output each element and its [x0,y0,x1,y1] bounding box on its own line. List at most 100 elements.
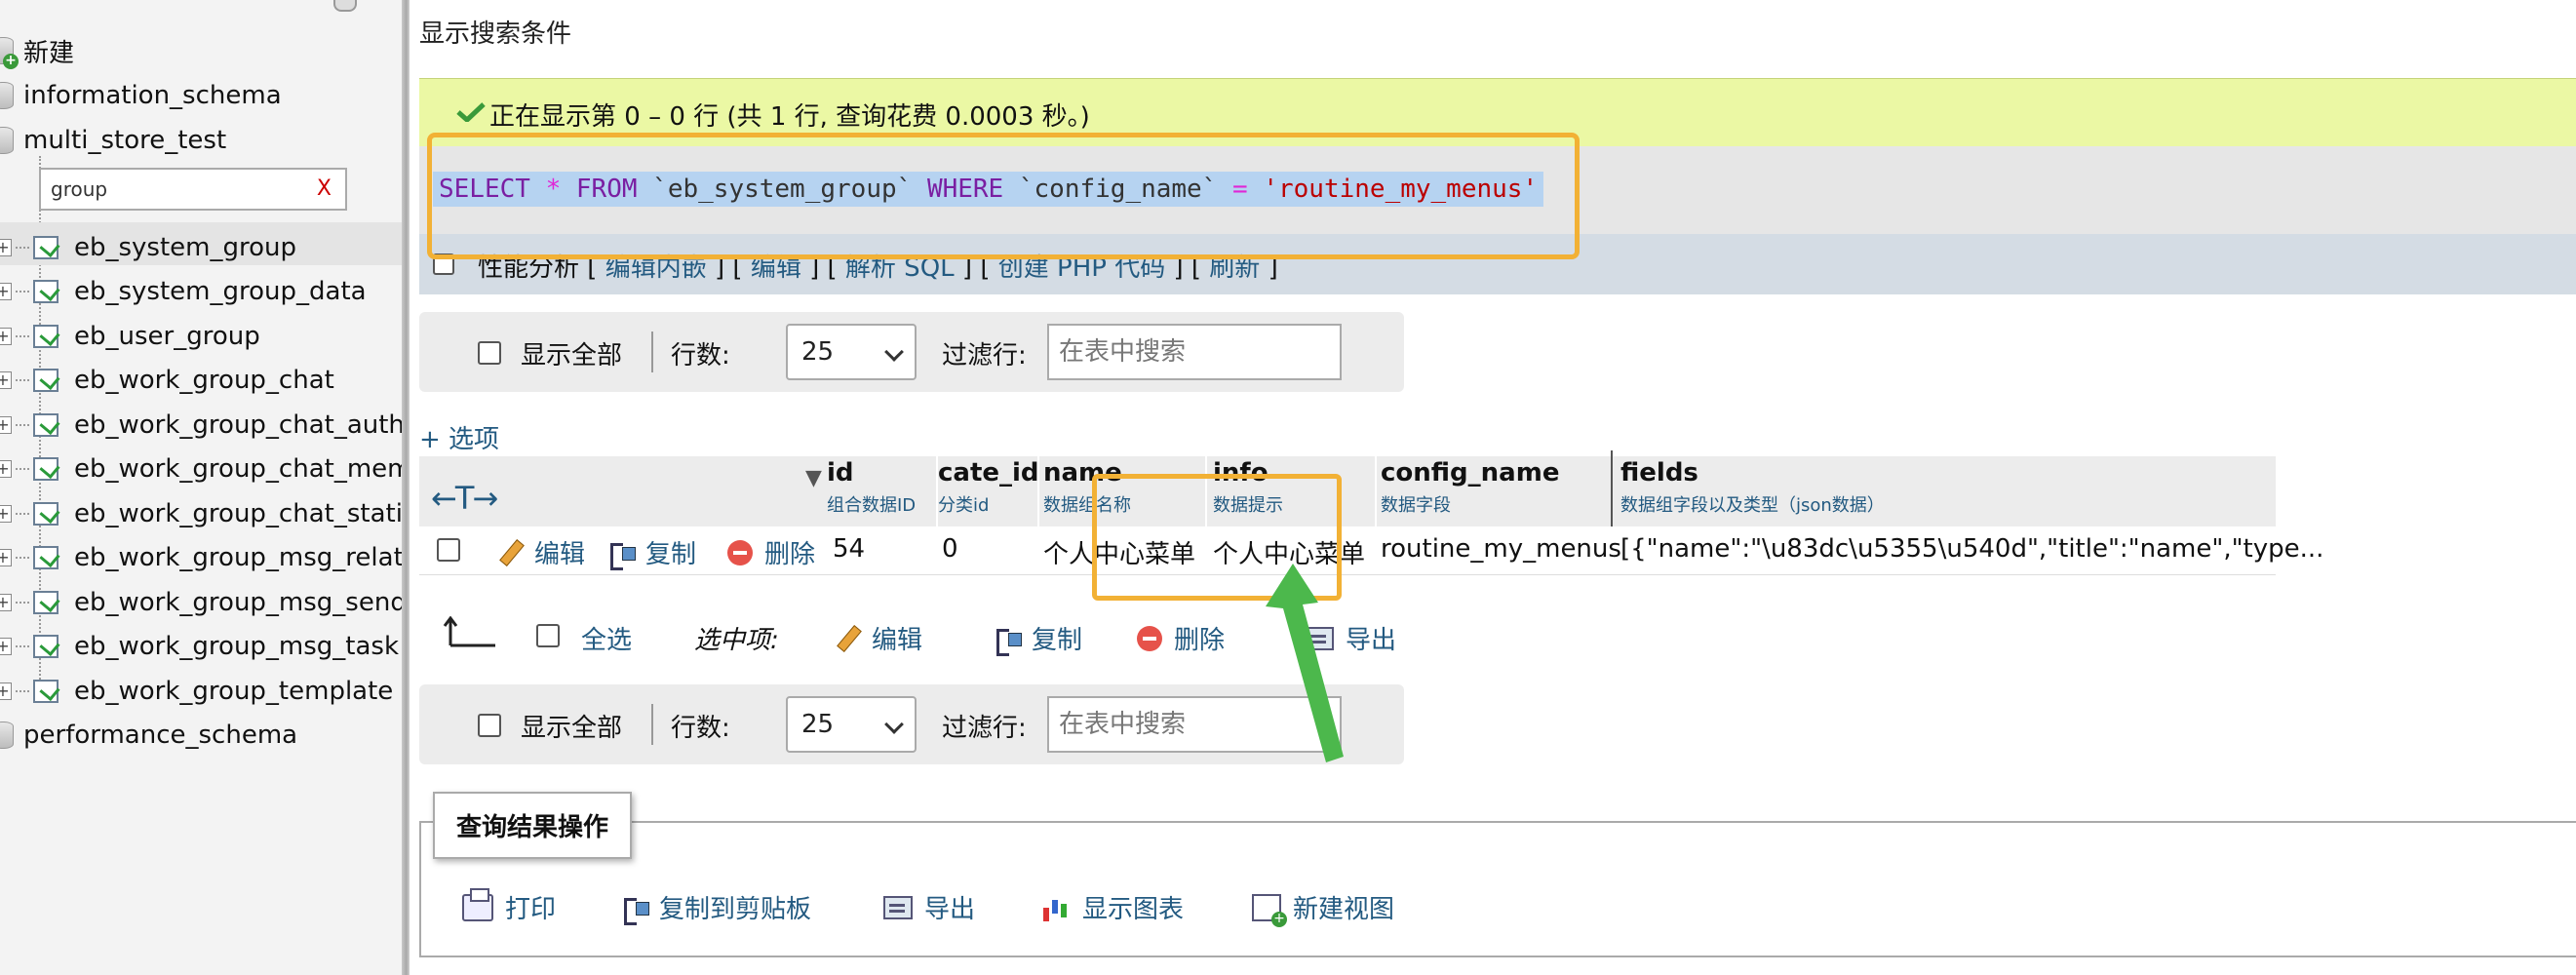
db-item-information-schema[interactable]: information_schema [0,74,282,117]
table-item[interactable]: + eb_work_group_chat [0,359,334,402]
expand-icon[interactable]: + [0,239,12,256]
db-item-multi-store-test[interactable]: multi_store_test [0,119,226,162]
table-item[interactable]: + eb_user_group [0,315,260,358]
sort-icon[interactable]: ▼ [805,466,822,490]
table-icon[interactable] [33,280,59,303]
table-icon[interactable] [33,591,59,614]
expand-icon[interactable]: + [0,416,12,434]
bulk-delete-button[interactable]: 删除 [1137,620,1225,656]
table-icon[interactable] [33,457,59,481]
column-name[interactable]: cate_id [938,458,1039,488]
table-label[interactable]: eb_work_group_template [74,677,393,706]
table-icon[interactable] [33,502,59,526]
show-all-label: 显示全部 [521,341,623,370]
table-label[interactable]: eb_work_group_chat [74,366,334,395]
expand-icon[interactable]: + [0,505,12,523]
rows-per-page-select[interactable]: 25 [786,696,917,753]
row-checkbox[interactable] [437,538,460,562]
select-all-label[interactable]: 全选 [581,620,632,656]
expand-icon[interactable]: + [0,682,12,700]
column-header-config-name[interactable]: config_name 数据字段 [1381,458,1559,526]
table-icon[interactable] [33,546,59,569]
tree-dash [16,424,29,426]
cell-config-name[interactable]: routine_my_menus [1381,534,1621,564]
table-label[interactable]: eb_system_group [74,233,296,262]
row-edit-link[interactable]: 编辑 [497,534,585,570]
table-item[interactable]: + eb_work_group_template [0,670,393,713]
export-link[interactable]: 导出 [883,889,975,925]
row-delete-link[interactable]: 删除 [727,534,815,570]
db-item-performance-schema[interactable]: performance_schema [0,714,297,757]
table-label[interactable]: eb_system_group_data [74,277,367,306]
link-toggle-icon[interactable] [333,0,357,12]
rows-value: 25 [801,337,835,367]
print-link[interactable]: 打印 [462,887,556,925]
cell-fields[interactable]: [{"name":"\u83dc\u5355\u540d","title":"n… [1620,534,2323,564]
show-search-criteria-link[interactable]: 显示搜索条件 [419,14,571,50]
table-icon[interactable] [33,413,59,437]
sql-highlight-box [427,133,1580,259]
expand-icon[interactable]: + [0,328,12,345]
copy-icon [608,539,636,570]
rows-per-page-select[interactable]: 25 [786,324,917,380]
bulk-edit-label: 编辑 [872,626,923,655]
filter-rows-input[interactable]: 在表中搜索 [1047,324,1342,380]
table-icon[interactable] [33,635,59,658]
tree-dash [16,335,29,337]
expand-icon[interactable]: + [0,549,12,566]
cell-id[interactable]: 54 [833,534,865,564]
row-copy-link[interactable]: 复制 [608,534,696,570]
table-label[interactable]: eb_work_group_msg_send_r [74,588,402,617]
column-header-fields[interactable]: fields 数据组字段以及类型（json数据） [1620,458,1885,526]
table-icon[interactable] [33,369,59,392]
export-label: 导出 [924,895,976,924]
column-name[interactable]: id [827,458,916,488]
chevron-down-icon [884,342,904,362]
create-view-link[interactable]: 新建视图 [1252,889,1394,927]
table-filter-input[interactable]: group X [39,168,347,211]
column-arrows-icon[interactable]: ←T→ [431,480,498,517]
select-all-checkbox[interactable] [536,624,560,647]
expand-icon[interactable]: + [0,638,12,655]
table-icon[interactable] [33,325,59,348]
show-all-checkbox[interactable] [478,714,501,737]
table-item[interactable]: + eb_work_group_chat_statist [0,492,402,535]
expand-icon[interactable]: + [0,283,12,300]
expand-icon[interactable]: + [0,371,12,389]
new-database-item[interactable]: 新建 [0,29,74,72]
column-divider [1037,456,1039,526]
table-icon[interactable] [33,236,59,259]
bulk-copy-button[interactable]: 复制 [995,620,1082,656]
table-item[interactable]: + eb_system_group_data [0,270,367,313]
clear-filter-icon[interactable]: X [317,170,332,209]
expand-icon[interactable]: + [0,460,12,478]
table-item[interactable]: + eb_work_group_msg_task [0,625,399,668]
table-item[interactable]: + eb_work_group_msg_relation [0,536,402,579]
table-item[interactable]: + eb_work_group_chat_membe [0,448,402,490]
column-header-cate-id[interactable]: cate_id 分类id [938,458,1039,526]
column-header-id[interactable]: id 组合数据ID [827,458,916,526]
options-toggle-link[interactable]: + 选项 [419,419,499,455]
table-label[interactable]: eb_work_group_chat_statist [74,499,402,528]
copy-to-clipboard-link[interactable]: 复制到剪贴板 [622,889,811,925]
table-item[interactable]: + eb_work_group_msg_send_r [0,581,402,624]
table-item[interactable]: + eb_work_group_chat_auth [0,404,402,447]
show-all-checkbox[interactable] [478,341,501,365]
display-chart-link[interactable]: 显示图表 [1041,889,1184,925]
table-icon[interactable] [33,680,59,703]
table-label[interactable]: eb_work_group_msg_task [74,632,399,661]
expand-icon[interactable]: + [0,594,12,611]
bulk-edit-button[interactable]: 编辑 [835,620,922,656]
table-label[interactable]: eb_work_group_chat_auth [74,410,402,440]
chart-label: 显示图表 [1082,895,1185,924]
table-label[interactable]: eb_user_group [74,322,260,351]
column-comment: 数据字段 [1381,495,1451,516]
cell-cate-id[interactable]: 0 [942,534,958,564]
navigation-sidebar: 新建 information_schema multi_store_test g… [0,0,402,975]
sidebar-resizer[interactable] [402,0,410,975]
table-label[interactable]: eb_work_group_chat_membe [74,454,402,484]
table-item[interactable]: + eb_system_group [0,226,296,269]
column-name[interactable]: config_name [1381,458,1559,488]
table-label[interactable]: eb_work_group_msg_relation [74,543,402,572]
column-name[interactable]: fields [1620,458,1885,488]
